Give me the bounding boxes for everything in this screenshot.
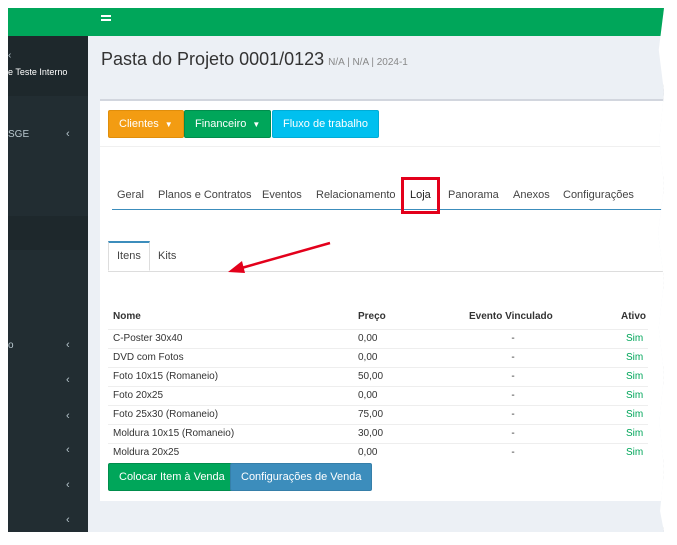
cell-nome: Moldura 20x25 [113, 447, 180, 458]
column-header-evento-vinculado: Evento Vinculado [469, 311, 553, 322]
cell-ativo: Sim [626, 352, 644, 363]
annotation-arrow-icon [228, 241, 331, 273]
colocar-label: Colocar Item à Venda [119, 471, 225, 483]
clientes-dropdown-button[interactable]: Clientes ▼ [108, 110, 184, 138]
caret-down-icon: ▼ [252, 120, 261, 129]
sidebar-item-label: o [8, 340, 14, 351]
cell-nome: Moldura 10x15 (Romaneio) [113, 428, 235, 439]
table-row[interactable]: Moldura 10x15 (Romaneio) 30,00 - Sim [108, 424, 648, 444]
project-tabs: Geral Planos e Contratos Eventos Relacio… [112, 181, 664, 210]
tab-panorama[interactable]: Panorama [448, 181, 499, 209]
cell-ativo: Sim [626, 390, 644, 401]
cell-nome: DVD com Fotos [113, 352, 184, 363]
sidebar: ‹ e Teste Interno SGE ‹ o ‹ ‹ ‹ ‹ ‹ ‹ [8, 36, 88, 532]
cell-preco: 30,00 [358, 428, 384, 439]
divider [100, 146, 664, 147]
cell-ativo: Sim [626, 409, 644, 420]
chevron-left-icon[interactable]: ‹ [66, 444, 70, 456]
clientes-label: Clientes [119, 118, 159, 130]
sidebar-mark-icon: ‹ [8, 50, 12, 61]
tab-anexos[interactable]: Anexos [513, 181, 550, 209]
cell-evento: - [511, 371, 515, 382]
screenshot-frame: ‹ e Teste Interno SGE ‹ o ‹ ‹ ‹ ‹ ‹ ‹ Pa… [8, 8, 664, 532]
cell-preco: 75,00 [358, 409, 384, 420]
sidebar-item-active[interactable] [8, 216, 88, 250]
page-title: Pasta do Projeto 0001/0123 N/A | N/A | 20… [101, 49, 408, 70]
cell-preco: 0,00 [358, 333, 378, 344]
chevron-left-icon[interactable]: ‹ [66, 410, 70, 422]
chevron-left-icon: ‹ [66, 128, 70, 140]
cell-evento: - [511, 428, 515, 439]
column-header-ativo: Ativo [621, 311, 646, 322]
hamburger-icon[interactable] [101, 15, 111, 21]
cell-nome: Foto 20x25 [113, 390, 164, 401]
page-subtitle: N/A | N/A | 2024-1 [328, 57, 408, 68]
tab-planos-e-contratos[interactable]: Planos e Contratos [158, 181, 252, 209]
table-row[interactable]: C-Poster 30x40 0,00 - Sim [108, 329, 648, 349]
main-content: Pasta do Projeto 0001/0123 N/A | N/A | 20… [88, 36, 664, 532]
project-box: Clientes ▼ Financeiro ▼ Fluxo de trabalho … [100, 99, 664, 501]
cell-ativo: Sim [626, 428, 644, 439]
subtabs: Itens Kits [108, 241, 664, 272]
colocar-item-a-venda-button[interactable]: Colocar Item à Venda [108, 463, 236, 491]
cell-evento: - [511, 333, 515, 344]
table-row[interactable]: Foto 10x15 (Romaneio) 50,00 - Sim [108, 367, 648, 387]
sidebar-user-panel: ‹ e Teste Interno [8, 36, 88, 96]
financeiro-dropdown-button[interactable]: Financeiro ▼ [184, 110, 272, 138]
cell-evento: - [511, 390, 515, 401]
chevron-left-icon[interactable]: ‹ [66, 479, 70, 491]
chevron-left-icon[interactable]: ‹ [66, 514, 70, 526]
subtab-kits[interactable]: Kits [150, 241, 184, 271]
highlight-annotation-box [401, 177, 440, 214]
caret-down-icon: ▼ [164, 120, 173, 129]
tab-relacionamento[interactable]: Relacionamento [316, 181, 396, 209]
cell-ativo: Sim [626, 447, 644, 458]
column-header-preco: Preço [358, 311, 386, 322]
sidebar-item-label: SGE [8, 129, 30, 140]
config-label: Configurações de Venda [241, 471, 362, 483]
cell-ativo: Sim [626, 333, 644, 344]
cell-evento: - [511, 409, 515, 420]
chevron-left-icon[interactable]: ‹ [66, 374, 70, 386]
tab-configuracoes[interactable]: Configurações [563, 181, 634, 209]
cell-preco: 0,00 [358, 390, 378, 401]
cell-nome: Foto 10x15 (Romaneio) [113, 371, 219, 382]
configuracoes-de-venda-button[interactable]: Configurações de Venda [230, 463, 373, 491]
table-row[interactable]: DVD com Fotos 0,00 - Sim [108, 348, 648, 368]
table-row[interactable]: Moldura 20x25 0,00 - Sim [108, 443, 648, 463]
financeiro-label: Financeiro [195, 118, 247, 130]
tab-eventos[interactable]: Eventos [262, 181, 302, 209]
subtab-itens[interactable]: Itens [108, 241, 150, 271]
fluxo-de-trabalho-button[interactable]: Fluxo de trabalho [272, 110, 379, 138]
column-header-nome: Nome [113, 311, 141, 322]
chevron-left-icon: ‹ [66, 339, 70, 351]
cell-preco: 0,00 [358, 447, 378, 458]
table-row[interactable]: Foto 25x30 (Romaneio) 75,00 - Sim [108, 405, 648, 425]
cell-nome: Foto 25x30 (Romaneio) [113, 409, 219, 420]
cell-nome: C-Poster 30x40 [113, 333, 183, 344]
table-row[interactable]: Foto 20x25 0,00 - Sim [108, 386, 648, 406]
cell-ativo: Sim [626, 371, 644, 382]
sidebar-user-name: e Teste Interno [8, 67, 68, 77]
fluxo-label: Fluxo de trabalho [283, 118, 368, 130]
top-navbar [8, 8, 664, 36]
tab-geral[interactable]: Geral [117, 181, 144, 209]
cell-evento: - [511, 352, 515, 363]
cell-evento: - [511, 447, 515, 458]
cell-preco: 0,00 [358, 352, 378, 363]
cell-preco: 50,00 [358, 371, 384, 382]
page-title-text: Pasta do Projeto 0001/0123 [101, 49, 325, 69]
